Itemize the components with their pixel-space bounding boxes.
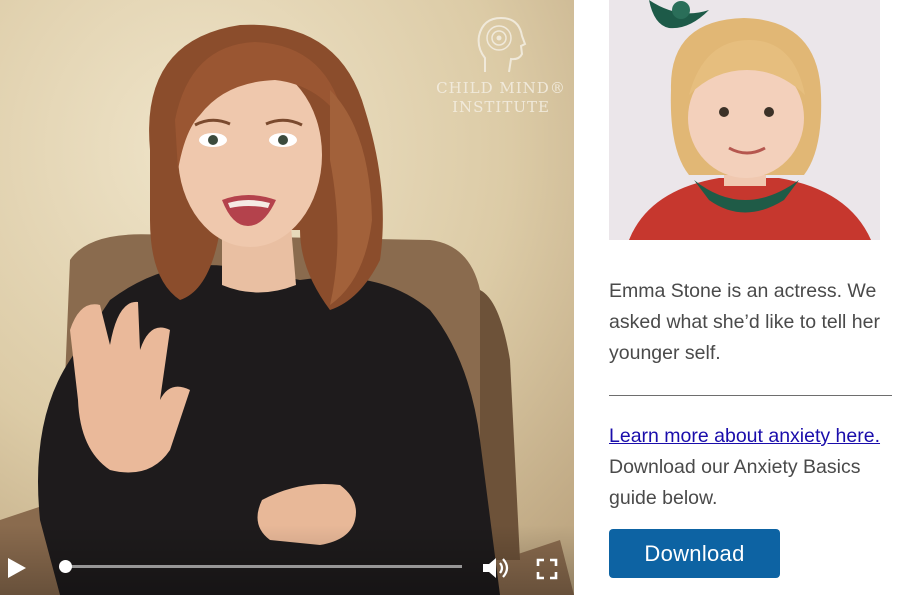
- download-guide-text: Download our Anxiety Basics guide below.: [609, 456, 861, 509]
- divider: [609, 395, 892, 396]
- progress-bar[interactable]: [64, 565, 462, 568]
- watermark-line1: Child Mind®: [436, 79, 566, 97]
- childhood-photo: [609, 0, 880, 240]
- video-controls: [0, 525, 574, 595]
- head-profile-icon: [477, 16, 527, 73]
- photo-caption: Emma Stone is an actress. We asked what …: [609, 280, 880, 364]
- volume-icon[interactable]: [481, 555, 513, 581]
- fullscreen-icon[interactable]: [536, 558, 558, 580]
- learn-more-paragraph: Learn more about anxiety here. Download …: [609, 421, 895, 514]
- download-button[interactable]: Download: [609, 529, 780, 578]
- learn-more-link[interactable]: Learn more about anxiety here.: [609, 425, 880, 447]
- watermark-line2: Institute: [452, 98, 550, 116]
- video-player[interactable]: Child Mind® Institute: [0, 0, 574, 595]
- play-icon[interactable]: [4, 555, 28, 581]
- childhood-photo-image: [609, 0, 880, 240]
- child-mind-institute-logo: Child Mind® Institute: [436, 14, 566, 116]
- progress-handle[interactable]: [59, 560, 72, 573]
